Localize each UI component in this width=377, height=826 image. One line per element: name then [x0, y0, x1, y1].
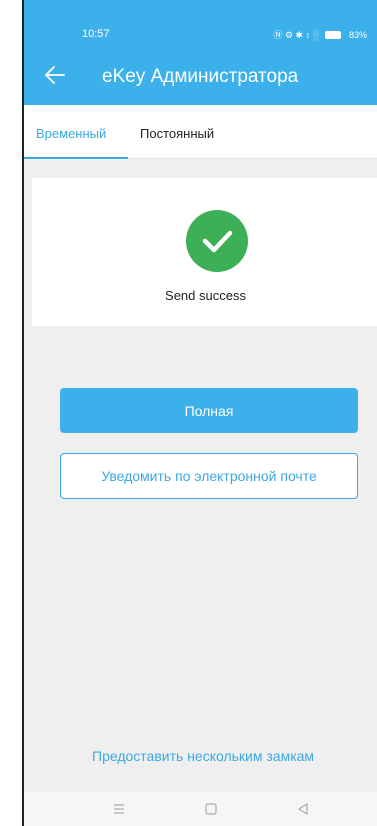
status-indicator-icons: Ⓝ ⚙ ✱ ↕ ░	[273, 30, 319, 40]
share-multiple-locks-link[interactable]: Предоставить нескольким замкам	[92, 748, 314, 764]
tab-permanent[interactable]: Постоянный	[140, 126, 214, 141]
back-triangle-icon[interactable]	[296, 802, 310, 816]
system-nav-bar	[24, 792, 377, 826]
status-bar: 10:57 Ⓝ ⚙ ✱ ↕ ░ 83%	[24, 28, 377, 42]
check-circle-icon	[186, 210, 248, 272]
status-time: 10:57	[82, 28, 110, 40]
tab-temporary[interactable]: Временный	[36, 126, 106, 141]
back-arrow-icon[interactable]	[42, 62, 68, 88]
tab-bar: Временный Постоянный	[24, 105, 377, 159]
email-notify-button[interactable]: Уведомить по электронной почте	[60, 453, 358, 499]
page-title: eKey Администратора	[102, 66, 299, 87]
success-message: Send success	[165, 288, 246, 303]
battery-icon	[324, 30, 341, 39]
active-tab-indicator	[24, 157, 128, 159]
battery-percent: 83%	[348, 29, 367, 40]
success-card: Send success	[32, 178, 377, 326]
menu-icon[interactable]	[112, 802, 126, 816]
complete-button[interactable]: Полная	[60, 388, 358, 433]
phone-screen: 10:57 Ⓝ ⚙ ✱ ↕ ░ 83% eKey Администратора …	[22, 0, 377, 826]
status-icons: Ⓝ ⚙ ✱ ↕ ░ 83%	[273, 28, 367, 41]
app-bar: 10:57 Ⓝ ⚙ ✱ ↕ ░ 83% eKey Администратора	[24, 0, 377, 105]
home-square-icon[interactable]	[204, 802, 218, 816]
